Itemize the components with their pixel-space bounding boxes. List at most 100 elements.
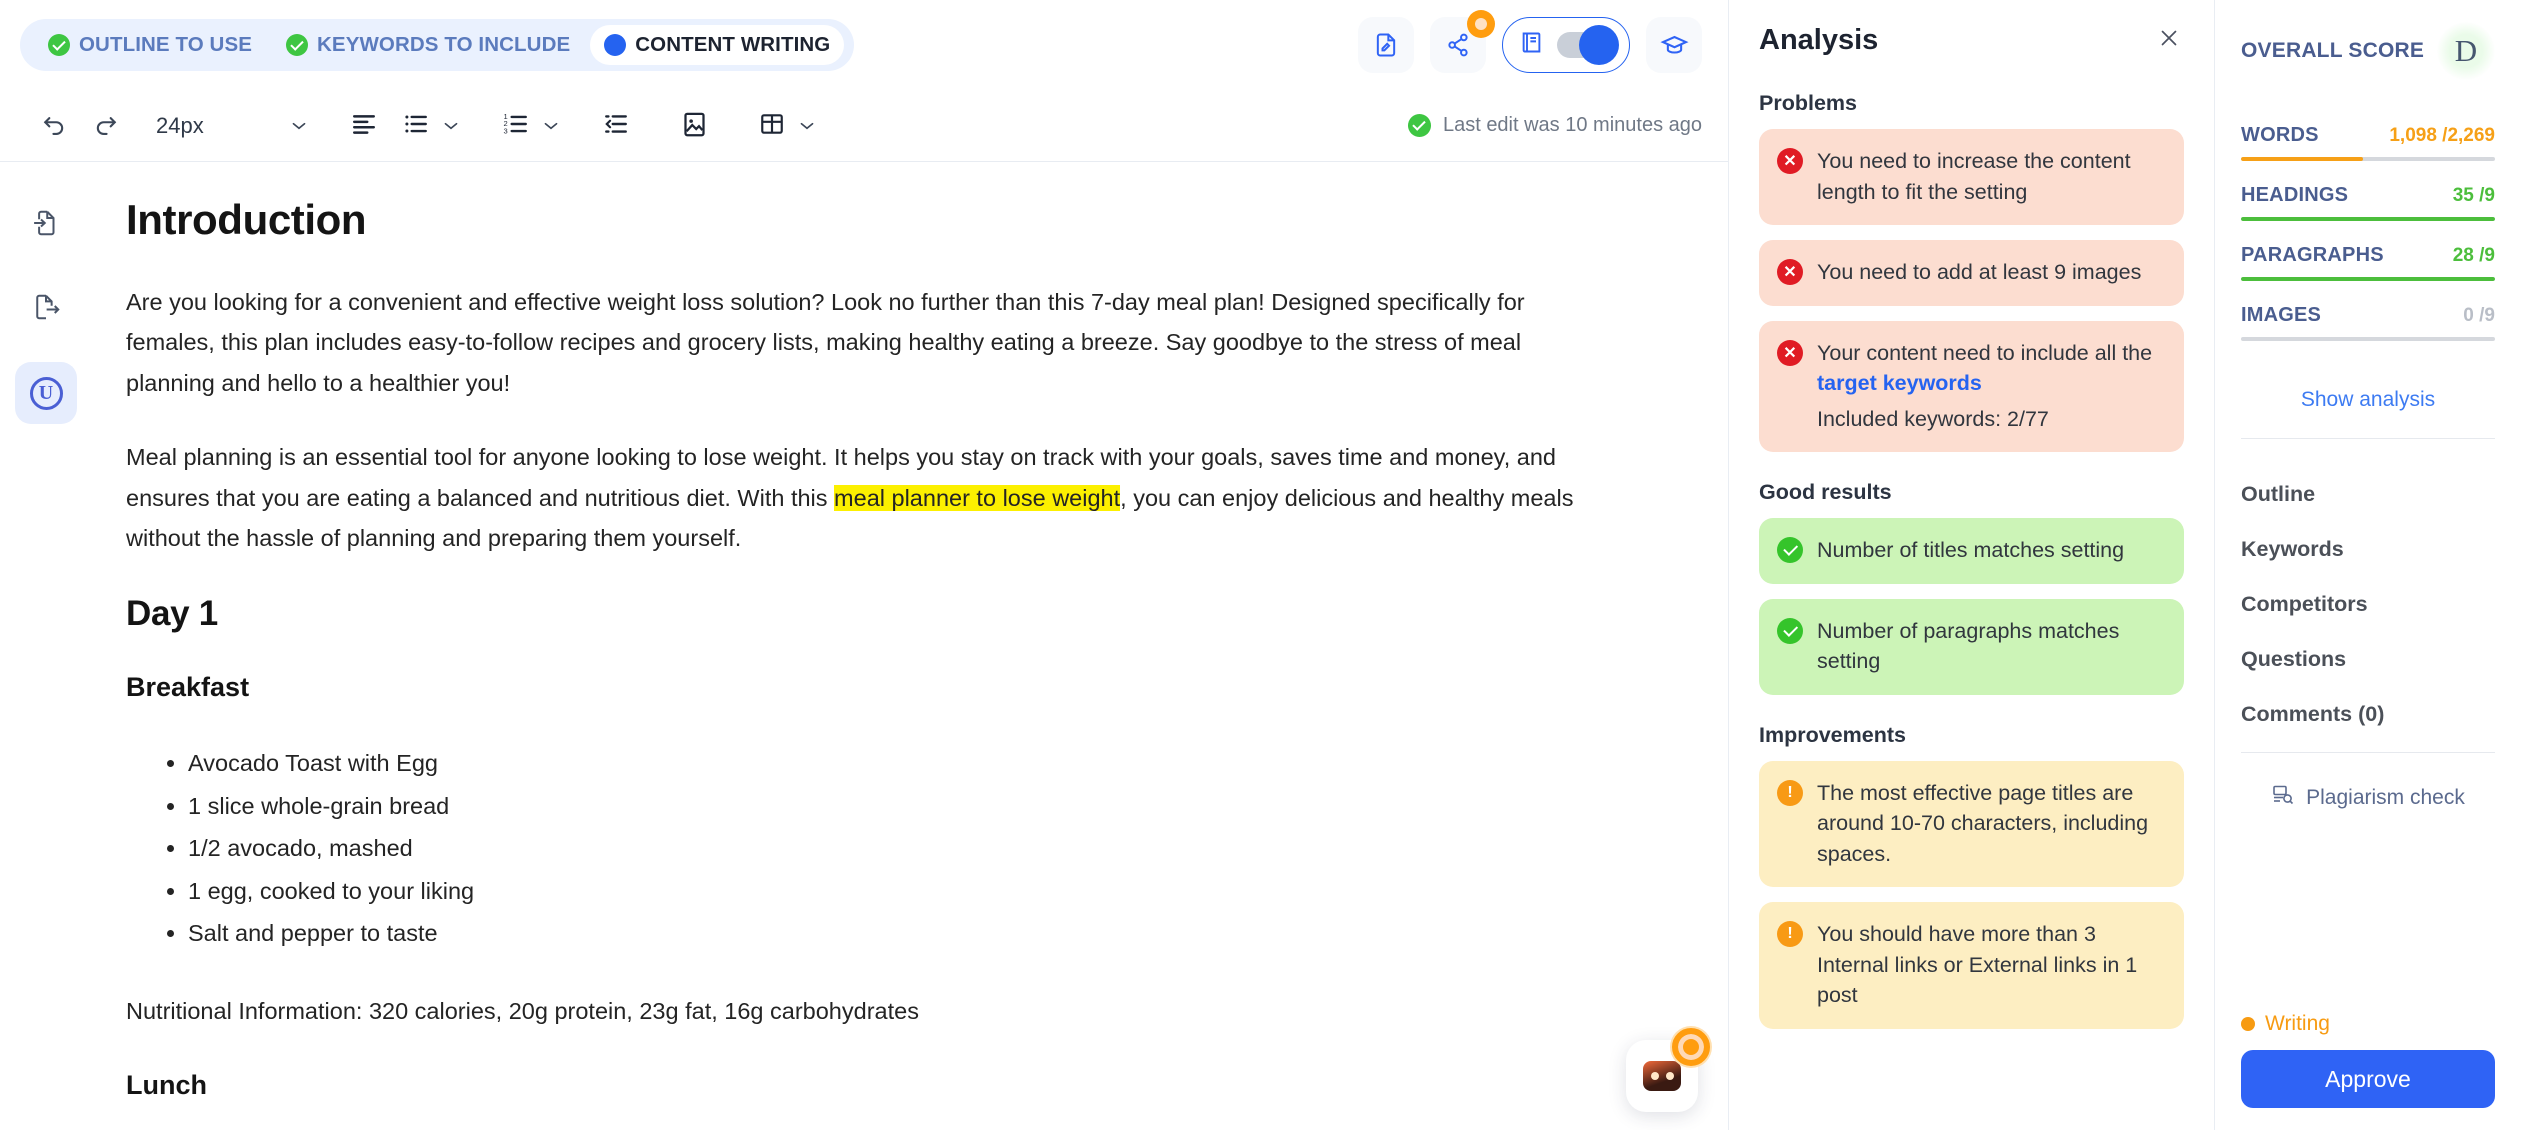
good-result-card[interactable]: Number of paragraphs matches setting <box>1759 598 2184 695</box>
top-bar: OUTLINE TO USE KEYWORDS TO INCLUDE CONTE… <box>0 0 1728 90</box>
editor-toolbar: 24px 1 2 3 Last edit was 10 minutes ago <box>0 90 1728 162</box>
approve-button[interactable]: Approve <box>2241 1050 2495 1108</box>
warning-icon: ! <box>1777 779 1803 806</box>
overall-grade-badge: D <box>2437 22 2495 80</box>
share-button[interactable] <box>1430 10 1495 73</box>
metric-label: PARAGRAPHS <box>2241 244 2384 266</box>
chat-notification-badge <box>1670 1026 1712 1068</box>
chevron-down-icon[interactable] <box>540 115 562 137</box>
error-icon: ✕ <box>1777 259 1803 286</box>
warning-icon: ! <box>1777 921 1803 948</box>
workflow-steps: OUTLINE TO USE KEYWORDS TO INCLUDE CONTE… <box>20 19 855 71</box>
dot-icon <box>604 34 627 56</box>
toggle-switch[interactable] <box>1557 25 1619 65</box>
metric-progress-bar <box>2241 337 2495 341</box>
included-keywords-count: Included keywords: 2/77 <box>1817 406 2049 431</box>
list-item: 1 slice whole-grain bread <box>188 786 1608 826</box>
metric-label: WORDS <box>2241 124 2319 146</box>
show-analysis-link[interactable]: Show analysis <box>2241 364 2495 438</box>
overall-score-label: OVERALL SCORE <box>2241 39 2425 62</box>
reader-mode-toggle[interactable] <box>1502 17 1630 73</box>
book-icon <box>1518 29 1545 61</box>
document-editor[interactable]: Introduction Are you looking for a conve… <box>92 162 1728 1130</box>
problem-card[interactable]: ✕ You need to increase the content lengt… <box>1759 129 2184 226</box>
redo-icon <box>92 110 120 141</box>
numbered-list-button[interactable]: 1 2 3 <box>492 102 540 150</box>
problem-card[interactable]: ✕ You need to add at least 9 images <box>1759 240 2184 306</box>
list-item: 1/2 avocado, mashed <box>188 828 1608 868</box>
sidebar-item-competitors[interactable]: Competitors <box>2241 577 2495 632</box>
improvement-card[interactable]: ! You should have more than 3 Internal l… <box>1759 902 2184 1029</box>
svg-text:3: 3 <box>504 126 508 135</box>
plagiarism-label: Plagiarism check <box>2306 786 2465 809</box>
check-icon <box>1777 617 1803 644</box>
plagiarism-icon <box>2271 783 2295 813</box>
graduation-cap-icon <box>1659 31 1689 60</box>
step-keywords-to-include[interactable]: KEYWORDS TO INCLUDE <box>272 25 584 65</box>
document-edit-button[interactable] <box>1358 17 1414 73</box>
insert-image-button[interactable] <box>670 102 718 150</box>
close-icon <box>2157 26 2181 53</box>
score-sidebar: OVERALL SCORE D WORDS 1,098 /2,269 HEADI… <box>2215 0 2521 1130</box>
unique-badge-icon: U <box>29 376 63 410</box>
align-left-button[interactable] <box>340 102 388 150</box>
document-edit-icon <box>1372 31 1400 59</box>
import-doc-icon <box>31 208 61 243</box>
bullet-list-button[interactable] <box>392 102 440 150</box>
sidebar-item-keywords[interactable]: Keywords <box>2241 522 2495 577</box>
share-notification-badge <box>1467 10 1495 38</box>
doc-paragraph-1: Are you looking for a convenient and eff… <box>126 289 1525 396</box>
academy-button[interactable] <box>1646 17 1702 73</box>
check-circle-icon <box>1407 114 1431 137</box>
metric-paragraphs: PARAGRAPHS 28 /9 <box>2241 244 2495 281</box>
check-circle-icon <box>286 34 309 56</box>
indent-icon <box>603 111 629 140</box>
doc-heading-day-1: Day 1 <box>126 594 218 634</box>
step-content-writing[interactable]: CONTENT WRITING <box>590 25 845 65</box>
import-document-button[interactable] <box>15 194 77 256</box>
chevron-down-icon <box>288 115 310 137</box>
target-keywords-link[interactable]: target keywords <box>1817 371 1982 395</box>
sidebar-item-comments[interactable]: Comments (0) <box>2241 687 2495 742</box>
chevron-down-icon[interactable] <box>796 115 818 137</box>
align-left-icon <box>351 111 377 140</box>
metric-images: IMAGES 0 /9 <box>2241 304 2495 341</box>
export-document-button[interactable] <box>15 278 77 340</box>
status-label: Writing <box>2265 1012 2330 1035</box>
chevron-down-icon[interactable] <box>440 115 462 137</box>
improvement-card[interactable]: ! The most effective page titles are aro… <box>1759 760 2184 888</box>
metric-progress-bar <box>2241 217 2495 221</box>
undo-button[interactable] <box>30 102 78 150</box>
sidebar-nav: Outline Keywords Competitors Questions C… <box>2241 439 2495 752</box>
good-result-text: Number of paragraphs matches setting <box>1817 618 2120 674</box>
breakfast-list: Avocado Toast with Egg 1 slice whole-gra… <box>126 743 1608 953</box>
good-result-card[interactable]: Number of titles matches setting <box>1759 518 2184 584</box>
font-size-value: 24px <box>156 112 204 138</box>
font-size-select[interactable]: 24px <box>156 113 310 139</box>
top-actions <box>1358 10 1702 73</box>
sidebar-item-questions[interactable]: Questions <box>2241 632 2495 687</box>
list-item: Avocado Toast with Egg <box>188 743 1608 783</box>
last-edit-text: Last edit was 10 minutes ago <box>1442 114 1702 136</box>
metric-words: WORDS 1,098 /2,269 <box>2241 124 2495 161</box>
uniqueness-button[interactable]: U <box>15 362 77 424</box>
decrease-indent-button[interactable] <box>592 102 640 150</box>
plagiarism-check-button[interactable]: Plagiarism check <box>2241 753 2495 813</box>
support-chat-button[interactable] <box>1626 1026 1712 1112</box>
sidebar-item-outline[interactable]: Outline <box>2241 467 2495 522</box>
sidebar-footer: Writing Approve <box>2241 1012 2495 1130</box>
doc-heading-breakfast: Breakfast <box>126 672 250 703</box>
good-results-label: Good results <box>1759 480 1892 505</box>
metric-progress-bar <box>2241 157 2495 161</box>
problem-text: You need to add at least 9 images <box>1817 260 2142 285</box>
step-outline-to-use[interactable]: OUTLINE TO USE <box>34 25 266 65</box>
problem-text: Your content need to include all the tar… <box>1817 338 2166 435</box>
problems-label: Problems <box>1759 91 1857 115</box>
bullet-list-icon <box>403 111 429 140</box>
problem-card[interactable]: ✕ Your content need to include all the t… <box>1759 320 2184 453</box>
numbered-list-group: 1 2 3 <box>492 102 562 150</box>
redo-button[interactable] <box>82 102 130 150</box>
step-label: KEYWORDS TO INCLUDE <box>317 33 571 56</box>
close-analysis-button[interactable] <box>2154 24 2184 54</box>
insert-table-button[interactable] <box>748 102 796 150</box>
